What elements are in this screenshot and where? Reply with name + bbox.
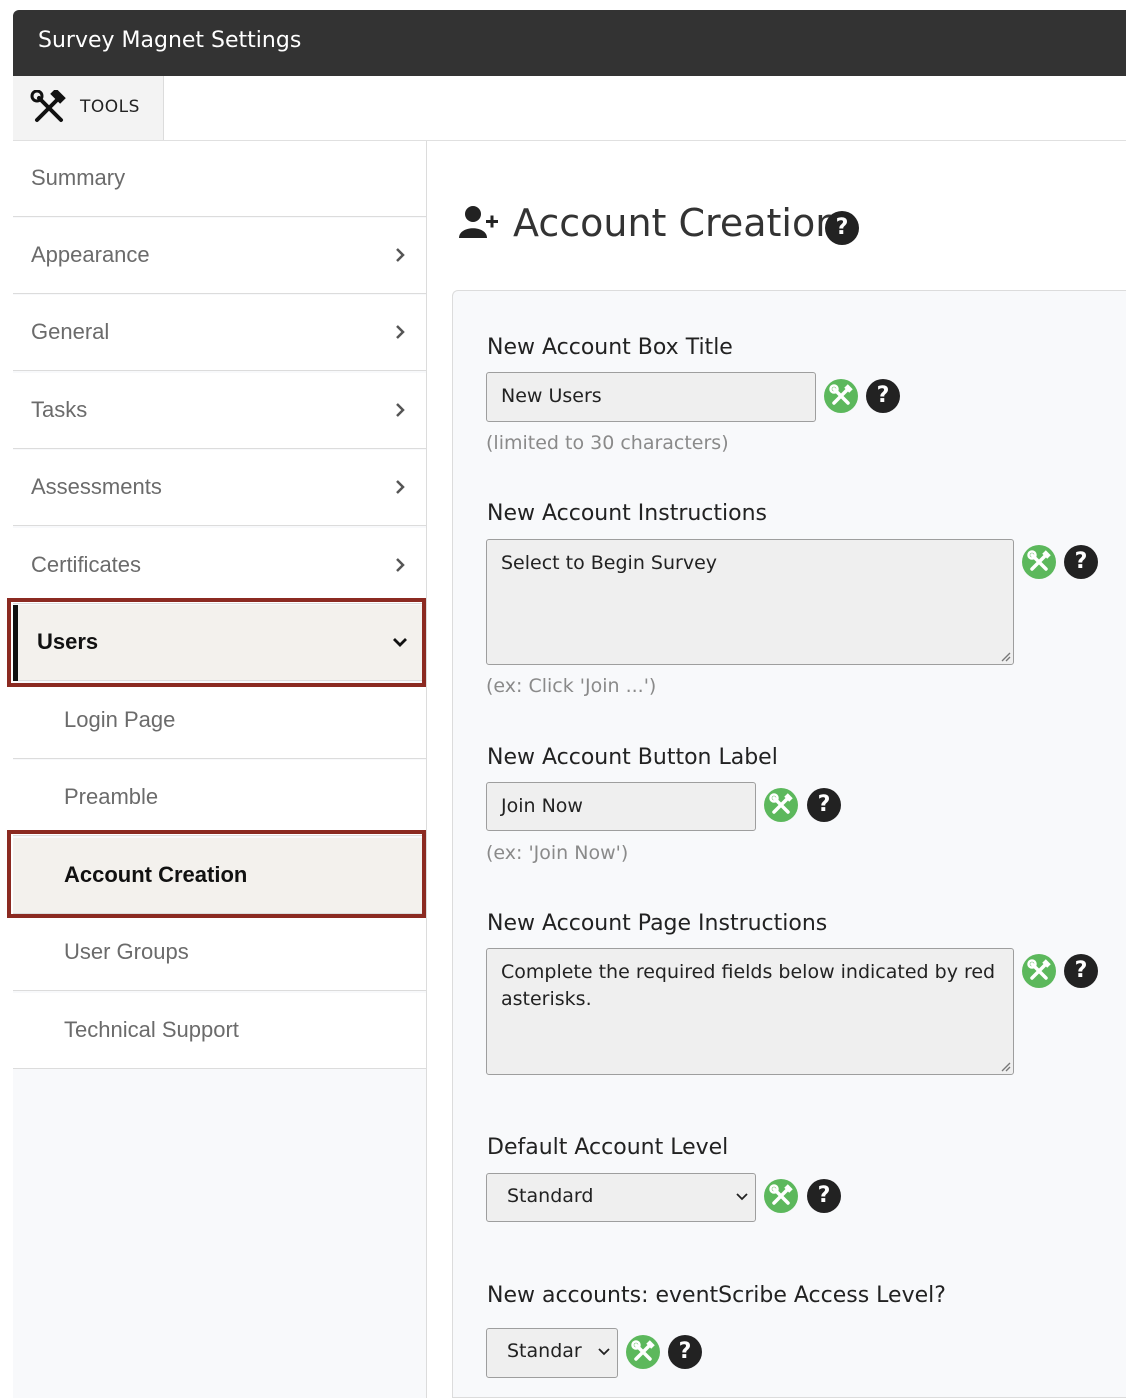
tools-button[interactable]: TOOLS bbox=[13, 76, 164, 140]
help-glyph: ? bbox=[1074, 958, 1088, 983]
help-glyph: ? bbox=[817, 1183, 831, 1208]
sidebar-item-label: Users bbox=[37, 629, 99, 654]
chevron-right-icon bbox=[396, 480, 405, 494]
button-label-input[interactable]: Join Now bbox=[486, 782, 756, 831]
window-title: Survey Magnet Settings bbox=[38, 28, 302, 53]
help-glyph: ? bbox=[817, 792, 831, 817]
button-label-hint: (ex: 'Join Now') bbox=[486, 842, 629, 864]
sidebar-item-label: Summary bbox=[31, 165, 126, 190]
sidebar-item-login-page[interactable]: Login Page bbox=[13, 683, 426, 759]
eventscribe-level-select[interactable]: Standar bbox=[486, 1328, 618, 1378]
sidebar-item-label: User Groups bbox=[64, 939, 189, 964]
sidebar-item-label: Login Page bbox=[64, 707, 176, 732]
page-instructions-textarea[interactable]: Complete the required fields below indic… bbox=[486, 948, 1014, 1075]
default-level-select[interactable]: Standard bbox=[486, 1173, 756, 1222]
sidebar-item-users[interactable]: Users bbox=[13, 605, 426, 681]
sidebar-item-certificates[interactable]: Certificates bbox=[13, 528, 426, 604]
page-instructions-label: New Account Page Instructions bbox=[487, 911, 828, 936]
sidebar-item-label: Certificates bbox=[31, 552, 142, 577]
hammer-wrench-icon bbox=[30, 90, 66, 122]
chevron-right-icon bbox=[396, 248, 405, 262]
wrench-screwdriver-icon[interactable] bbox=[626, 1335, 660, 1369]
sidebar-item-summary[interactable]: Summary bbox=[13, 141, 426, 217]
sidebar-item-label: Technical Support bbox=[64, 1017, 239, 1042]
question-icon[interactable]: ? bbox=[866, 379, 900, 413]
eventscribe-level-value: Standar bbox=[507, 1340, 582, 1362]
wrench-screwdriver-icon[interactable] bbox=[1022, 545, 1056, 579]
button-label-label: New Account Button Label bbox=[487, 745, 778, 770]
box-title-input[interactable]: New Users bbox=[486, 372, 816, 422]
sidebar-item-user-groups[interactable]: User Groups bbox=[13, 915, 426, 991]
question-icon[interactable]: ? bbox=[1064, 954, 1098, 988]
page-instructions-value: Complete the required fields below indic… bbox=[501, 961, 996, 1010]
toolbar: TOOLS bbox=[13, 76, 1126, 141]
sidebar-item-general[interactable]: General bbox=[13, 295, 426, 371]
sidebar-item-label: General bbox=[31, 319, 110, 344]
instructions-value: Select to Begin Survey bbox=[501, 552, 718, 574]
chevron-right-icon bbox=[396, 403, 405, 417]
instructions-hint: (ex: Click 'Join ...') bbox=[486, 675, 657, 697]
help-glyph: ? bbox=[678, 1339, 692, 1364]
default-level-label: Default Account Level bbox=[487, 1135, 729, 1160]
chevron-right-icon bbox=[396, 558, 405, 572]
box-title-hint: (limited to 30 characters) bbox=[486, 432, 729, 454]
sidebar-item-preamble[interactable]: Preamble bbox=[13, 760, 426, 836]
question-icon[interactable]: ? bbox=[1064, 545, 1098, 579]
sidebar-item-assessments[interactable]: Assessments bbox=[13, 450, 426, 526]
user-plus-icon bbox=[459, 206, 498, 238]
wrench-screwdriver-icon[interactable] bbox=[764, 788, 798, 822]
instructions-label: New Account Instructions bbox=[487, 501, 768, 526]
help-glyph: ? bbox=[876, 383, 890, 408]
sidebar-item-label: Tasks bbox=[31, 397, 88, 422]
chevron-down-icon bbox=[598, 1348, 610, 1356]
wrench-screwdriver-icon[interactable] bbox=[764, 1179, 798, 1213]
chevron-down-icon bbox=[393, 638, 407, 647]
sidebar-item-appearance[interactable]: Appearance bbox=[13, 218, 426, 294]
sidebar-item-label: Account Creation bbox=[64, 862, 248, 887]
instructions-textarea[interactable]: Select to Begin Survey bbox=[486, 539, 1014, 665]
main-content: Account Creation ? New Account Box Title… bbox=[427, 141, 1126, 1398]
box-title-label: New Account Box Title bbox=[487, 335, 733, 360]
window-titlebar: Survey Magnet Settings bbox=[13, 10, 1126, 76]
chevron-right-icon bbox=[396, 325, 405, 339]
page-title: Account Creation bbox=[513, 201, 840, 245]
eventscribe-level-label: New accounts: eventScribe Access Level? bbox=[487, 1283, 946, 1308]
help-glyph: ? bbox=[835, 215, 849, 240]
chevron-down-icon bbox=[736, 1193, 748, 1201]
question-icon[interactable]: ? bbox=[807, 1179, 841, 1213]
tools-label: TOOLS bbox=[80, 97, 140, 117]
sidebar-item-label: Appearance bbox=[31, 242, 150, 267]
question-icon[interactable]: ? bbox=[807, 788, 841, 822]
sidebar-item-account-creation[interactable]: Account Creation bbox=[13, 838, 426, 914]
sidebar-item-label: Preamble bbox=[64, 784, 159, 809]
resize-grip-icon[interactable] bbox=[999, 1060, 1011, 1072]
resize-grip-icon[interactable] bbox=[999, 650, 1011, 662]
help-glyph: ? bbox=[1074, 549, 1088, 574]
question-icon[interactable]: ? bbox=[825, 211, 859, 245]
wrench-screwdriver-icon[interactable] bbox=[824, 379, 858, 413]
settings-sidebar: Summary Appearance General Tasks Assessm… bbox=[13, 141, 427, 1398]
default-level-value: Standard bbox=[507, 1185, 594, 1207]
sidebar-item-technical-support[interactable]: Technical Support bbox=[13, 993, 426, 1069]
sidebar-item-label: Assessments bbox=[31, 474, 162, 499]
sidebar-item-tasks[interactable]: Tasks bbox=[13, 373, 426, 449]
active-indicator bbox=[13, 605, 18, 681]
wrench-screwdriver-icon[interactable] bbox=[1022, 954, 1056, 988]
question-icon[interactable]: ? bbox=[668, 1335, 702, 1369]
